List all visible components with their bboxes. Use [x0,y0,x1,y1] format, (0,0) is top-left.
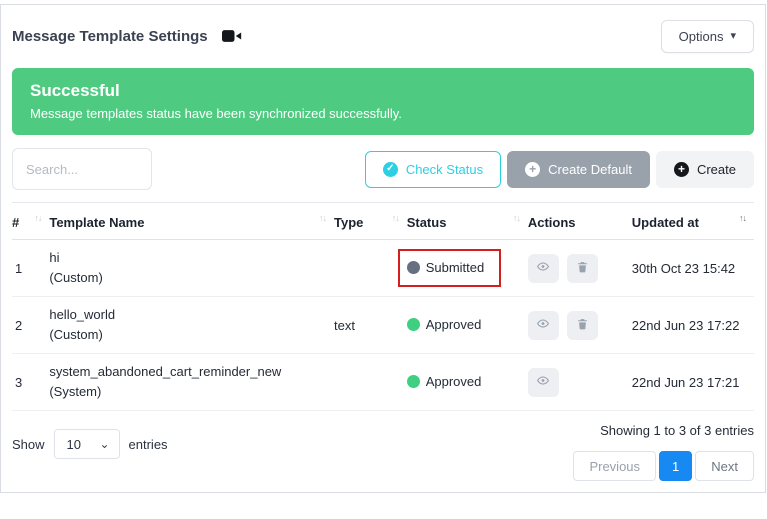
previous-page-button[interactable]: Previous [573,451,656,481]
template-name-cell: hello_world (Custom) [49,297,334,354]
table-header-row: # ↑↓ Template Name ↑↓ Type ↑↓ Status ↑↓ … [12,203,754,240]
view-button[interactable] [528,254,559,283]
template-name: hello_world [49,305,334,325]
trash-icon [576,317,589,334]
eye-icon [535,260,551,276]
page-size-value: 10 [67,437,81,452]
template-kind: (Custom) [49,268,334,288]
updated-at: 30th Oct 23 15:42 [632,240,754,297]
template-kind: (Custom) [49,325,334,345]
template-name-cell: system_abandoned_cart_reminder_new (Syst… [49,354,334,411]
options-button[interactable]: Options ▾ [661,20,754,53]
status-badge: Submitted [407,260,485,275]
search-input[interactable] [12,148,152,190]
column-header-status[interactable]: Status ↑↓ [407,203,528,240]
page-1-button[interactable]: 1 [659,451,692,481]
page-title: Message Template Settings [12,28,208,45]
delete-button[interactable] [567,311,598,340]
template-type [334,240,407,297]
column-label: Actions [528,215,576,230]
table-footer: Show 10 ⌄ entries Showing 1 to 3 of 3 en… [12,421,754,481]
options-button-label: Options [679,29,724,44]
entries-label: entries [129,437,168,452]
row-number: 2 [12,297,49,354]
eye-icon [535,374,551,390]
status-label: Approved [426,317,482,332]
show-label: Show [12,437,45,452]
column-label: # [12,215,19,230]
actions-cell [528,354,632,411]
templates-table: # ↑↓ Template Name ↑↓ Type ↑↓ Status ↑↓ … [12,202,754,411]
column-label: Type [334,215,363,230]
showing-entries-text: Showing 1 to 3 of 3 entries [573,423,754,438]
trash-icon [576,260,589,277]
sort-icon: ↑↓ [739,213,754,223]
sort-icon: ↑↓ [34,213,49,223]
table-toolbar: ✓ Check Status + Create Default + Create [12,148,754,190]
status-badge: Approved [407,374,482,389]
template-type [334,354,407,411]
template-type: text [334,297,407,354]
create-default-button[interactable]: + Create Default [507,151,650,188]
alert-title: Successful [30,81,736,101]
status-badge: Approved [407,317,482,332]
column-label: Status [407,215,447,230]
status-label: Submitted [426,260,485,275]
page-header: Message Template Settings Options ▾ [12,17,754,55]
check-status-button[interactable]: ✓ Check Status [365,151,501,188]
check-status-label: Check Status [406,162,483,177]
eye-icon [535,317,551,333]
view-button[interactable] [528,311,559,340]
column-label: Updated at [632,215,699,230]
template-name: system_abandoned_cart_reminder_new [49,362,334,382]
create-default-label: Create Default [548,162,632,177]
chevron-down-icon: ⌄ [99,442,109,447]
status-dot [407,375,420,388]
row-number: 3 [12,354,49,411]
status-dot [407,261,420,274]
template-name-cell: hi (Custom) [49,240,334,297]
view-button[interactable] [528,368,559,397]
status-label: Approved [426,374,482,389]
plus-circle-icon: + [674,162,689,177]
column-label: Template Name [49,215,144,230]
table-row: 1 hi (Custom) Submitted [12,240,754,297]
status-cell: Submitted [407,240,528,297]
column-header-number[interactable]: # ↑↓ [12,203,49,240]
alert-message: Message templates status have been synch… [30,106,736,121]
message-template-settings-panel: Message Template Settings Options ▾ Succ… [0,4,766,493]
caret-down-icon: ▾ [730,31,736,42]
status-cell: Approved [407,354,528,411]
column-header-actions: Actions [528,203,632,240]
sort-icon: ↑↓ [319,213,334,223]
create-button[interactable]: + Create [656,151,754,188]
updated-at: 22nd Jun 23 17:21 [632,354,754,411]
check-circle-icon: ✓ [383,162,398,177]
table-row: 2 hello_world (Custom) text Approved [12,297,754,354]
create-label: Create [697,162,736,177]
column-header-template-name[interactable]: Template Name ↑↓ [49,203,334,240]
column-header-type[interactable]: Type ↑↓ [334,203,407,240]
status-dot [407,318,420,331]
page-size-select[interactable]: 10 ⌄ [54,429,120,459]
delete-button[interactable] [567,254,598,283]
updated-at: 22nd Jun 23 17:22 [632,297,754,354]
sort-icon: ↑↓ [392,213,407,223]
actions-cell [528,240,632,297]
sort-icon: ↑↓ [513,213,528,223]
column-header-updated-at[interactable]: Updated at ↑↓ [632,203,754,240]
video-camera-icon [222,29,242,43]
table-row: 3 system_abandoned_cart_reminder_new (Sy… [12,354,754,411]
next-page-button[interactable]: Next [695,451,754,481]
status-cell: Approved [407,297,528,354]
actions-cell [528,297,632,354]
plus-circle-icon: + [525,162,540,177]
pagination: Previous 1 Next [573,451,754,481]
success-alert: Successful Message templates status have… [12,68,754,135]
template-kind: (System) [49,382,334,402]
template-name: hi [49,248,334,268]
row-number: 1 [12,240,49,297]
